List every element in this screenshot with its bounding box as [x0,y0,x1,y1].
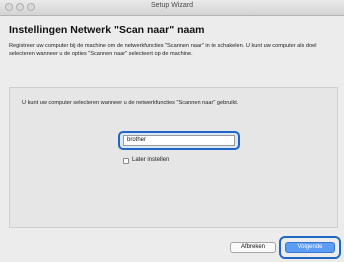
later-checkbox-label[interactable]: Later instellen [132,157,169,163]
panel-description: U kunt uw computer selecteren wanneer u … [22,100,239,106]
next-button[interactable]: Volgende [285,242,335,253]
title-bar[interactable]: Setup Wizard [0,0,344,16]
intro-text: Registreer uw computer bij de machine om… [9,43,317,57]
cancel-button[interactable]: Afbreken [230,242,276,253]
window-title: Setup Wizard [150,2,194,9]
later-checkbox[interactable] [123,158,129,164]
settings-panel [9,87,338,228]
scan-name-field[interactable]: brother [123,135,235,146]
page-heading: Instellingen Netwerk "Scan naar" naam [9,24,205,36]
setup-wizard-window: Setup Wizard Instellingen Netwerk "Scan … [0,0,344,262]
